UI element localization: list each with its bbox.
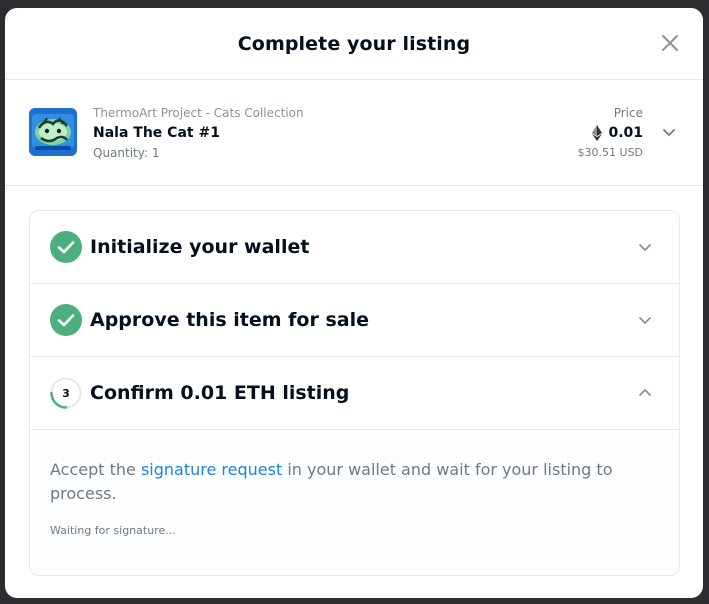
step-confirm-listing[interactable]: 3 Confirm 0.01 ETH listing <box>30 357 679 430</box>
step-collapse-toggle[interactable] <box>637 385 653 401</box>
item-thumbnail[interactable] <box>29 108 77 156</box>
chevron-down-icon <box>639 317 651 324</box>
progress-spinner-icon: 3 <box>50 377 82 409</box>
price-details-toggle[interactable] <box>661 124 677 140</box>
step-description: Accept the signature request in your wal… <box>50 458 640 506</box>
modal-title: Complete your listing <box>237 32 471 55</box>
listing-modal: Complete your listing ThermoArt Project … <box>5 8 703 598</box>
price-usd: $30.51 USD <box>577 146 644 159</box>
close-button[interactable] <box>659 32 681 54</box>
step-expand-toggle[interactable] <box>637 239 653 255</box>
check-circle-icon <box>50 304 82 336</box>
cat-artwork-image <box>29 108 77 156</box>
chevron-up-icon <box>639 389 651 396</box>
step-expand-toggle[interactable] <box>637 312 653 328</box>
price-block: Price 0.01 $30.51 USD <box>578 105 644 161</box>
step-number: 3 <box>62 387 70 400</box>
signature-request-link[interactable]: signature request <box>141 460 282 479</box>
item-quantity: Quantity: 1 <box>93 146 160 160</box>
chevron-down-icon <box>663 129 675 136</box>
price-eth: 0.01 <box>578 123 643 143</box>
chevron-down-icon <box>639 244 651 251</box>
modal-header: Complete your listing <box>5 8 703 80</box>
collection-name[interactable]: ThermoArt Project - Cats Collection <box>93 105 304 121</box>
step-initialize-wallet[interactable]: Initialize your wallet <box>30 211 679 284</box>
price-eth-value: 0.01 <box>608 125 643 141</box>
item-meta: ThermoArt Project - Cats Collection Nala… <box>93 105 304 161</box>
desc-text-before: Accept the <box>50 460 141 479</box>
item-name: Nala The Cat #1 <box>93 125 220 141</box>
listing-steps: Initialize your wallet Approve this item… <box>29 210 680 576</box>
waiting-status: Waiting for signature... <box>50 524 176 537</box>
check-circle-icon <box>50 231 82 263</box>
step-label: Confirm 0.01 ETH listing <box>90 382 350 404</box>
ethereum-icon <box>592 125 603 141</box>
step-label: Initialize your wallet <box>90 236 310 258</box>
price-label: Price <box>613 106 643 120</box>
item-summary: ThermoArt Project - Cats Collection Nala… <box>5 80 703 186</box>
step-approve-item[interactable]: Approve this item for sale <box>30 284 679 357</box>
step-confirm-details: Accept the signature request in your wal… <box>30 430 679 575</box>
close-icon <box>662 35 678 51</box>
step-label: Approve this item for sale <box>90 309 369 331</box>
